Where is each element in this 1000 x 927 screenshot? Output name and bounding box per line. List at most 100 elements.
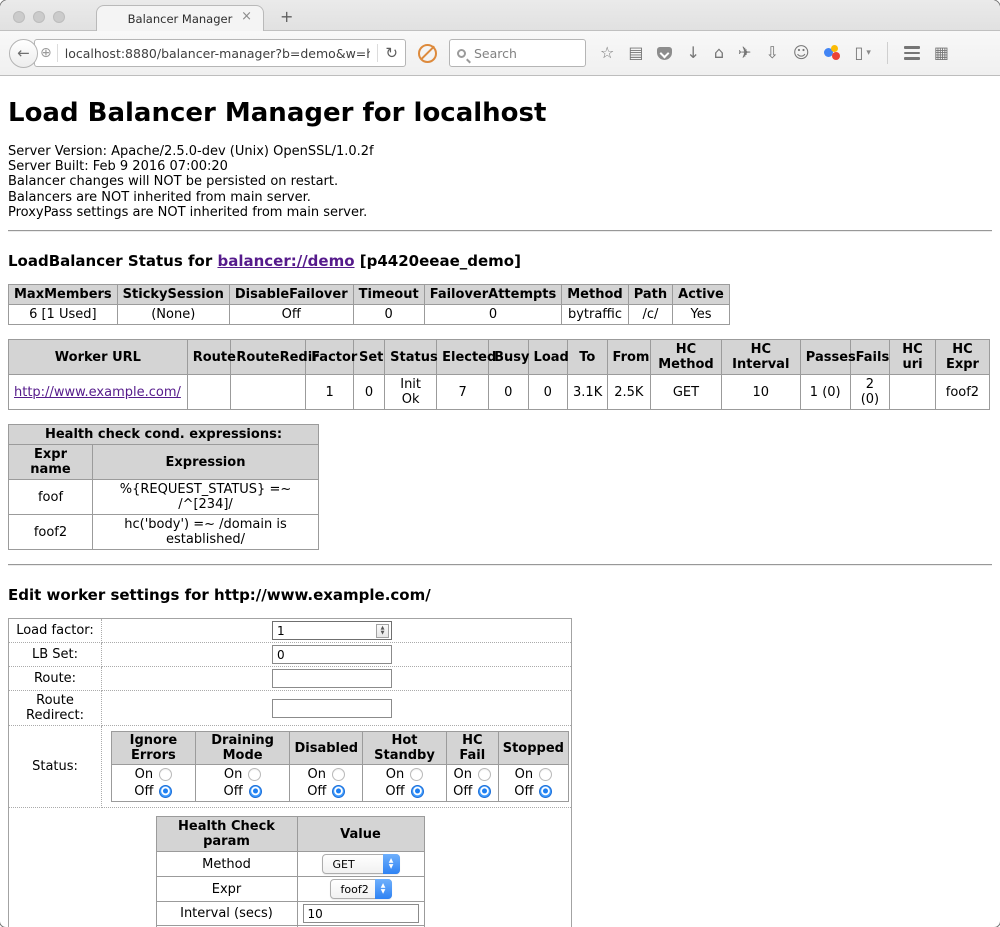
close-window-button[interactable]	[13, 11, 25, 23]
url-bar[interactable]: ⊕ ↻	[34, 39, 406, 67]
status-cell: Ignore Errors Draining Mode Disabled Hot…	[102, 726, 572, 808]
stopped-off-radio[interactable]	[539, 785, 552, 798]
reload-button[interactable]: ↻	[383, 46, 400, 61]
divider	[57, 44, 58, 62]
back-button[interactable]: ←	[9, 39, 38, 68]
window-controls[interactable]	[13, 11, 65, 23]
heading-text: [p4420eeae_demo]	[355, 252, 521, 270]
on-label: On	[224, 766, 242, 783]
cell: Off	[229, 305, 353, 325]
new-tab-button[interactable]: +	[280, 9, 293, 25]
worker-url-link[interactable]: http://www.example.com/	[14, 385, 181, 400]
cell: 10	[721, 375, 800, 410]
search-icon	[457, 49, 466, 58]
table-row: foof %{REQUEST_STATUS} =~ /^[234]/	[9, 480, 319, 515]
search-input[interactable]	[472, 45, 578, 62]
stopped-on-radio[interactable]	[539, 768, 552, 781]
balancers-notice-line: Balancers are NOT inherited from main se…	[8, 190, 992, 205]
header-cell: Load	[528, 340, 567, 375]
cell: 1	[306, 375, 354, 410]
status-label: Status:	[9, 726, 102, 808]
download-box-icon[interactable]: ⇩	[765, 45, 778, 61]
server-version-line: Server Version: Apache/2.5.0-dev (Unix) …	[8, 144, 992, 159]
number-spinner[interactable]: ▲▼	[376, 624, 389, 638]
hc-method-select[interactable]: GET ▲▼	[322, 854, 400, 874]
cell: Init Ok	[385, 375, 437, 410]
worker-table: Worker URL Route RouteRedir Factor Set S…	[8, 339, 990, 410]
bookmark-star-icon[interactable]: ☆	[600, 45, 614, 61]
route-input[interactable]	[272, 669, 392, 688]
on-label: On	[135, 766, 153, 783]
hot-standby-on-radio[interactable]	[410, 768, 423, 781]
header-cell: Draining Mode	[195, 732, 290, 765]
header-cell: Hot Standby	[363, 732, 447, 765]
content-blocked-icon[interactable]	[418, 44, 437, 63]
select-stepper-icon: ▲▼	[375, 879, 392, 899]
on-label: On	[454, 766, 472, 783]
send-icon[interactable]: ✈	[738, 45, 751, 61]
status-table: Ignore Errors Draining Mode Disabled Hot…	[111, 731, 569, 802]
cell: 0	[353, 375, 384, 410]
form-row-status: Status: Ignore Errors Draining Mode Disa…	[9, 726, 572, 808]
menu-icon[interactable]	[904, 46, 920, 60]
ignore-errors-off-radio[interactable]	[159, 785, 172, 798]
status-header-row: Ignore Errors Draining Mode Disabled Hot…	[112, 732, 569, 765]
minimize-window-button[interactable]	[33, 11, 45, 23]
home-icon[interactable]: ⌂	[714, 45, 724, 61]
colored-dots-extension-icon[interactable]	[824, 45, 841, 61]
cell: 2 (0)	[850, 375, 889, 410]
route-label: Route:	[9, 667, 102, 691]
lb-set-input[interactable]	[272, 645, 392, 664]
route-redirect-input[interactable]	[272, 699, 392, 718]
health-check-table: Health Check param Value Method GET ▲▼	[156, 816, 425, 927]
header-cell: DisableFailover	[229, 285, 353, 305]
tab-balancer-manager[interactable]: Balancer Manager ×	[96, 5, 264, 31]
hc-expr-select[interactable]: foof2 ▲▼	[330, 879, 392, 899]
header-cell: To	[568, 340, 607, 375]
hot-standby-cell: On Off	[363, 765, 447, 802]
hc-fail-on-radio[interactable]	[478, 768, 491, 781]
off-label: Off	[453, 783, 472, 800]
cell: 0	[489, 375, 528, 410]
draining-mode-on-radio[interactable]	[248, 768, 261, 781]
site-identity-icon[interactable]: ⊕	[40, 46, 52, 60]
chevron-down-icon: ▾	[866, 48, 871, 58]
clipboard-icon[interactable]: ▤	[628, 45, 643, 61]
hot-standby-off-radio[interactable]	[411, 785, 424, 798]
divider	[377, 44, 378, 62]
form-field-cell	[102, 667, 572, 691]
hc-row: Interval (secs)	[156, 902, 424, 926]
downloads-icon[interactable]: ↓	[686, 45, 699, 61]
pocket-icon[interactable]	[657, 47, 672, 60]
table-tool-icon[interactable]: ▦	[934, 45, 949, 61]
expr-label: Expr	[156, 877, 297, 902]
table-header-row: Expr name Expression	[9, 445, 319, 480]
lb-set-label: LB Set:	[9, 643, 102, 667]
chat-smiley-icon[interactable]: ☺	[793, 45, 810, 61]
hc-fail-off-radio[interactable]	[478, 785, 491, 798]
spinner-down-icon[interactable]: ▼	[381, 631, 385, 636]
header-cell: Factor	[306, 340, 354, 375]
cell: 0	[424, 305, 562, 325]
disabled-off-radio[interactable]	[332, 785, 345, 798]
ignore-errors-on-radio[interactable]	[159, 768, 172, 781]
interval-input[interactable]	[303, 904, 419, 923]
url-input[interactable]	[63, 45, 373, 62]
selected-value: GET	[333, 858, 355, 871]
device-menu[interactable]: ▯ ▾	[855, 45, 871, 61]
expr-table-title: Health check cond. expressions:	[9, 425, 319, 445]
zoom-window-button[interactable]	[53, 11, 65, 23]
cell: 0	[353, 305, 424, 325]
tab-close-icon[interactable]: ×	[241, 10, 252, 23]
balancer-demo-link[interactable]: balancer://demo	[217, 252, 354, 270]
hc-row: Expr foof2 ▲▼	[156, 877, 424, 902]
search-bar[interactable]	[449, 39, 586, 67]
persist-notice-line: Balancer changes will NOT be persisted o…	[8, 174, 992, 189]
header-cell: Value	[297, 817, 424, 852]
table-header-row: Worker URL Route RouteRedir Factor Set S…	[9, 340, 990, 375]
draining-mode-off-radio[interactable]	[249, 785, 262, 798]
load-factor-input[interactable]	[272, 621, 392, 640]
header-cell: Expr name	[9, 445, 93, 480]
header-cell: Route	[187, 340, 231, 375]
disabled-on-radio[interactable]	[332, 768, 345, 781]
